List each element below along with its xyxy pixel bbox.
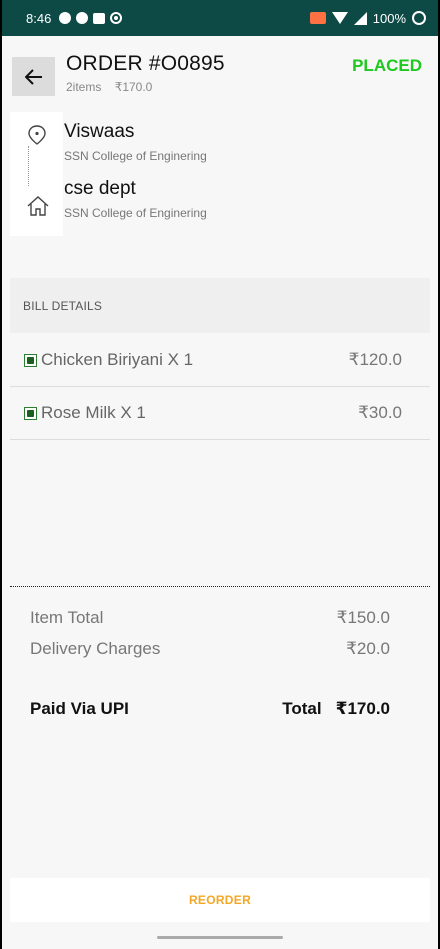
bill-item-price: ₹120.0 (348, 350, 402, 369)
summary-divider (10, 586, 430, 587)
delivery-charges-value: ₹20.0 (346, 639, 390, 658)
gallery-icon (93, 12, 106, 24)
messaging-icon (59, 12, 72, 24)
timeline-connector (28, 146, 29, 186)
location-pin-icon (28, 125, 46, 145)
item-total-row: Item Total ₹150.0 (30, 608, 390, 628)
total-value: ₹170.0 (335, 699, 390, 718)
order-title: ORDER #O0895 (66, 52, 225, 75)
items-count: 2items (66, 80, 102, 94)
whatsapp-icon (76, 12, 89, 24)
payment-method: Paid Via UPI (30, 699, 129, 718)
bill-item-name: Rose Milk X 1 (41, 403, 146, 422)
total-label: Total (282, 699, 322, 718)
order-amount: ₹170.0 (114, 80, 153, 94)
signal-icon (353, 11, 367, 25)
battery-percent: 100% (372, 10, 406, 26)
order-summary-line: 2items ₹170.0 (66, 80, 162, 94)
notification-icons (59, 12, 123, 24)
delivery-charges-row: Delivery Charges ₹20.0 (30, 639, 390, 659)
bill-details-header: BILL DETAILS (10, 278, 430, 333)
item-total-label: Item Total (30, 608, 104, 627)
gesture-nav-handle[interactable] (157, 936, 283, 939)
bill-item-price: ₹30.0 (358, 403, 402, 422)
arrow-left-icon (24, 68, 42, 85)
status-bar: 8:46 100% (2, 0, 438, 36)
order-details-screen: 8:46 100% ORDER #O0895 2items ₹170.0 PLA… (2, 0, 438, 949)
wifi-icon (331, 12, 348, 24)
bill-item-name: Chicken Biriyani X 1 (41, 350, 194, 369)
bill-item-row: Chicken Biriyani X 1 ₹120.0 (10, 334, 430, 387)
veg-indicator-icon (24, 406, 37, 420)
pickup-name: Viswaas (64, 121, 135, 142)
cast-icon (309, 12, 326, 24)
home-icon (27, 196, 49, 216)
reorder-button[interactable]: REORDER (10, 878, 430, 922)
record-icon (110, 12, 123, 24)
item-total-value: ₹150.0 (336, 608, 390, 627)
back-button[interactable] (12, 57, 55, 96)
payment-total-row: Paid Via UPI Total ₹170.0 (30, 699, 390, 719)
status-badge: PLACED (352, 56, 422, 75)
bill-item-row: Rose Milk X 1 ₹30.0 (10, 387, 430, 440)
status-time: 8:46 (26, 10, 52, 26)
veg-indicator-icon (24, 353, 37, 367)
pickup-place: SSN College of Enginering (64, 149, 207, 163)
system-icons: 100% (309, 10, 426, 26)
drop-place: SSN College of Enginering (64, 206, 207, 220)
drop-name: cse dept (64, 178, 136, 199)
delivery-charges-label: Delivery Charges (30, 639, 161, 658)
battery-icon (412, 11, 426, 25)
